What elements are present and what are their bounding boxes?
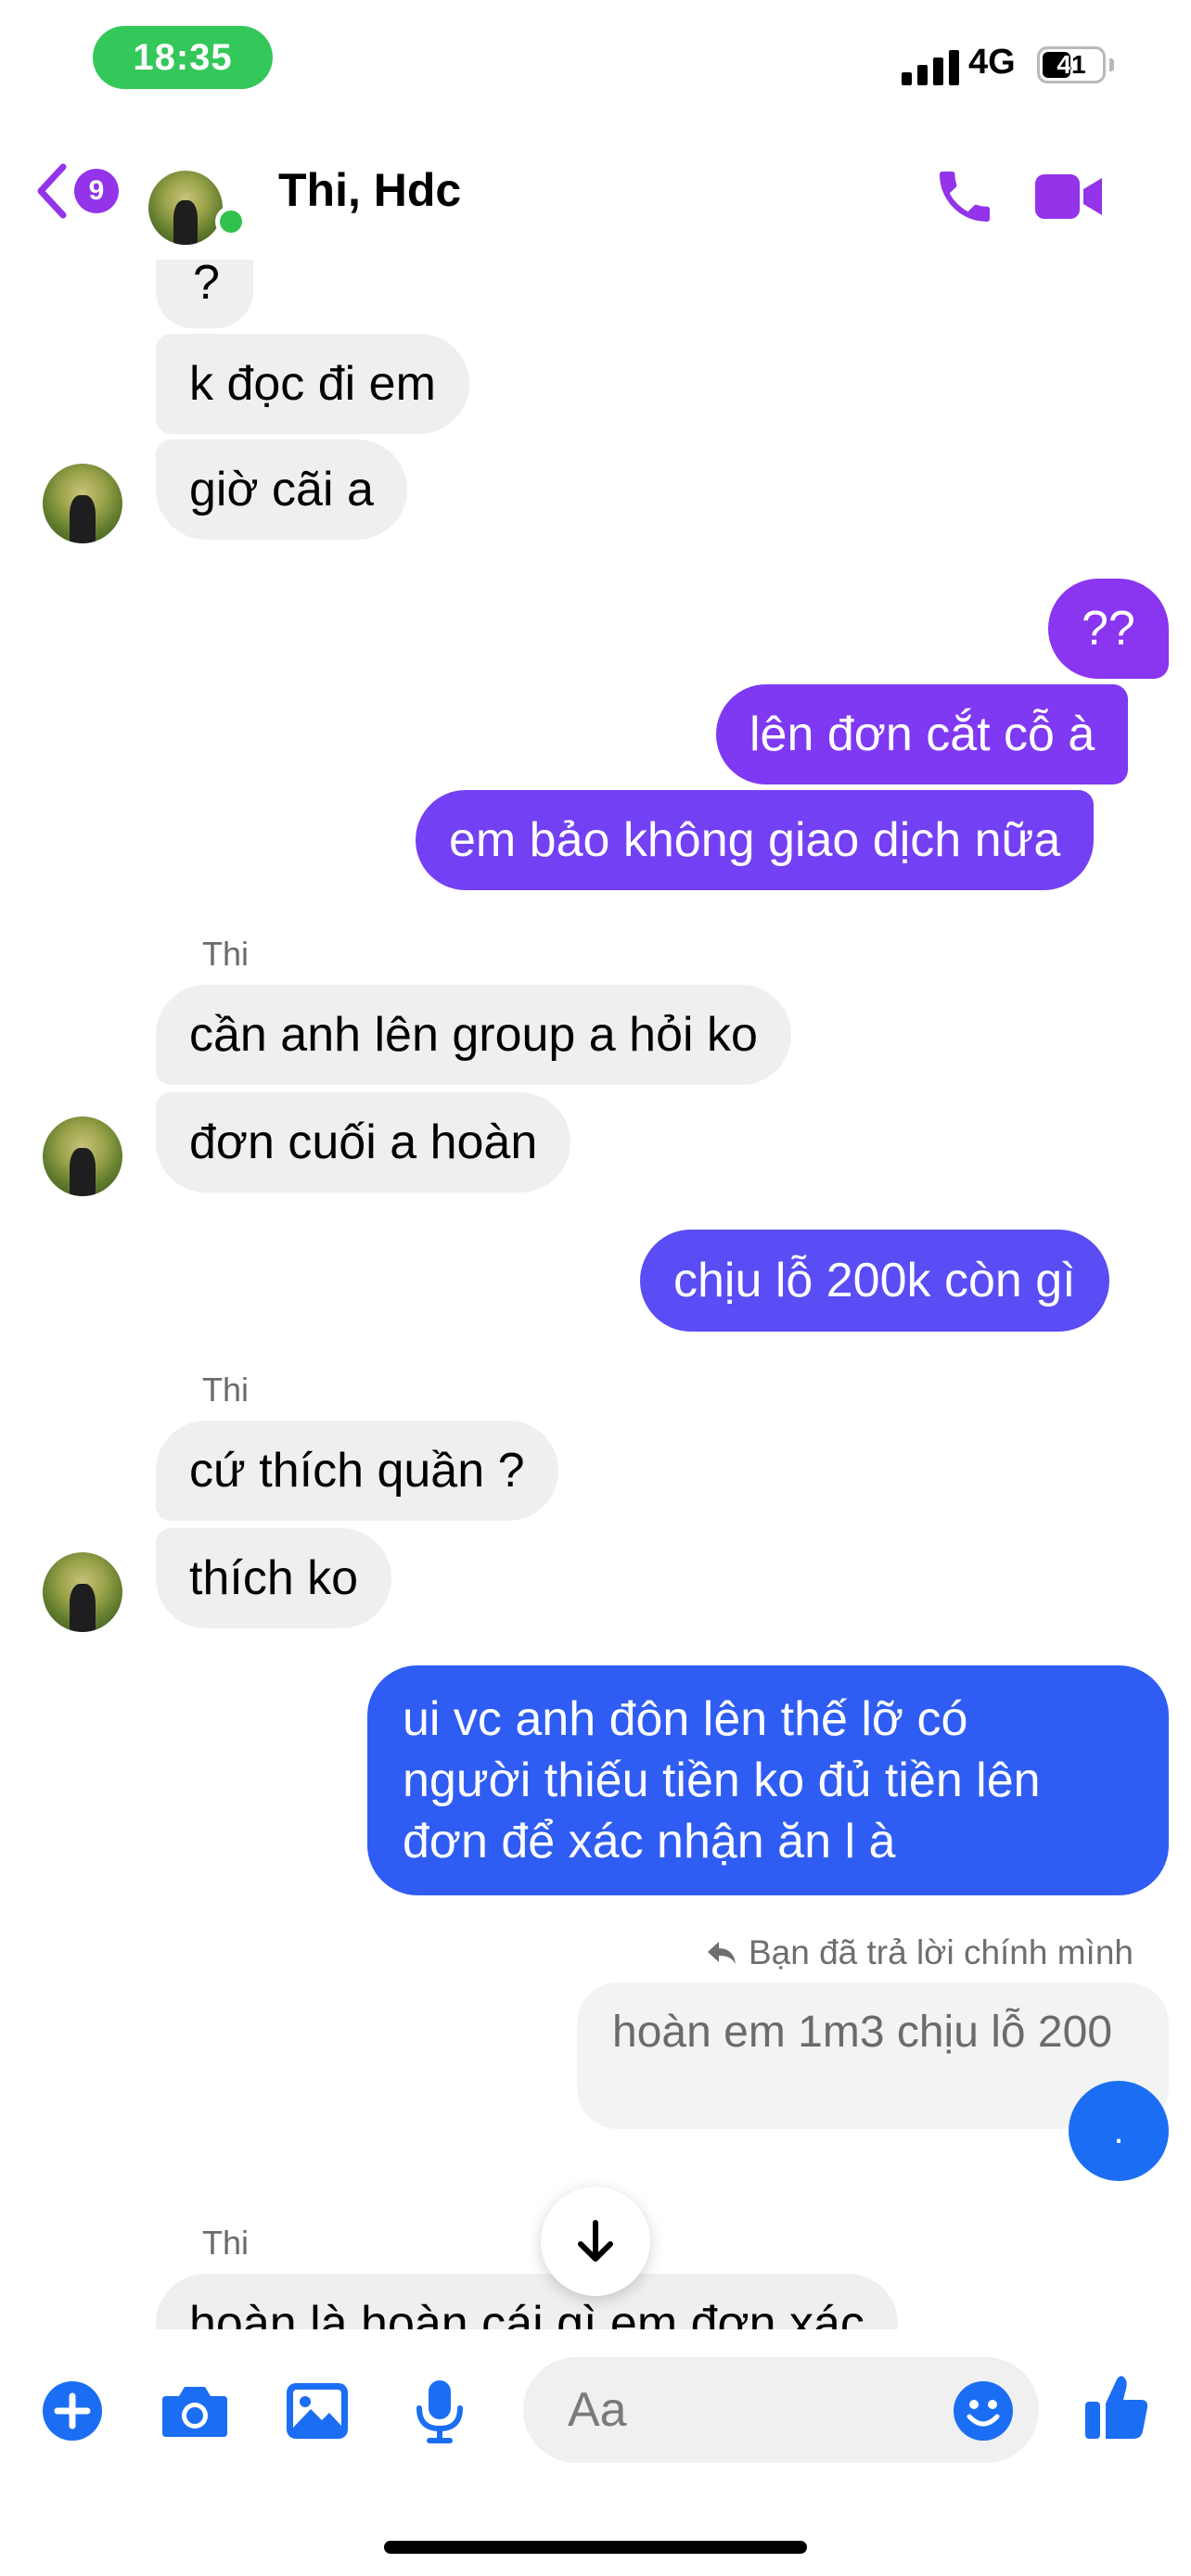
reply-indicator: Bạn đã trả lời chính mình (706, 1933, 1133, 1972)
message-bubble-outgoing[interactable]: chịu lỗ 200k còn gì (640, 1230, 1109, 1332)
message-text: lên đơn cắt cỗ à (749, 708, 1095, 761)
message-composer (0, 2329, 1191, 2576)
online-indicator (215, 206, 247, 237)
message-bubble-outgoing[interactable]: ui vc anh đôn lên thế lỡ có người thiếu … (367, 1665, 1169, 1895)
message-bubble-outgoing[interactable]: . (1069, 2081, 1169, 2181)
message-bubble-incoming[interactable]: k đọc đi em (156, 334, 469, 434)
phone-icon (940, 172, 990, 222)
message-text: ?? (1082, 602, 1135, 656)
audio-call-button[interactable] (931, 163, 998, 230)
video-call-button[interactable] (1031, 163, 1106, 230)
camera-button[interactable] (158, 2374, 232, 2448)
message-text: ? (193, 256, 220, 310)
emoji-button[interactable] (946, 2374, 1020, 2448)
message-text: đơn cuối a hoàn (189, 1116, 538, 1169)
arrow-down-icon (578, 2220, 613, 2262)
home-indicator (384, 2541, 807, 2554)
camera-icon (162, 2387, 227, 2437)
message-bubble-outgoing[interactable]: em bảo không giao dịch nữa (416, 790, 1095, 890)
gallery-button[interactable] (280, 2374, 354, 2448)
message-text: k đọc đi em (189, 357, 436, 411)
sender-name: Thi (202, 1371, 250, 1409)
message-bubble-incoming[interactable]: cần anh lên group a hỏi ko (156, 985, 791, 1085)
message-bubble-incoming[interactable]: đơn cuối a hoàn (156, 1092, 571, 1192)
message-bubble-incoming[interactable]: giờ cãi a (156, 440, 407, 540)
message-text: giờ cãi a (189, 463, 374, 516)
scroll-to-bottom-button[interactable] (541, 2187, 650, 2296)
sender-name: Thi (202, 935, 250, 973)
chat-header: 9 Thi, Hdc (0, 130, 1191, 260)
message-text-line: người thiếu tiền ko đủ tiền lên (403, 1753, 1041, 1807)
message-text-line: đơn để xác nhận ăn l à (403, 1815, 896, 1868)
reply-icon (707, 1942, 736, 1964)
message-text: cần anh lên group a hỏi ko (189, 1008, 758, 1062)
sender-avatar[interactable] (43, 1552, 122, 1632)
message-text: thích ko (189, 1551, 359, 1605)
unread-badge: 9 (74, 169, 119, 213)
back-button[interactable]: 9 (33, 161, 126, 221)
signal-icon (902, 48, 961, 85)
plus-icon (43, 2381, 102, 2441)
voice-message-button[interactable] (403, 2374, 477, 2448)
emoji-icon (954, 2381, 1013, 2441)
sender-avatar[interactable] (43, 464, 122, 543)
chat-title[interactable]: Thi, Hdc (278, 163, 461, 217)
sender-name: Thi (202, 2224, 250, 2262)
message-text: em bảo không giao dịch nữa (449, 813, 1061, 867)
battery-icon: 41 (1037, 46, 1106, 83)
message-text-line: ui vc anh đôn lên thế lỡ có (403, 1692, 968, 1746)
like-button[interactable] (1080, 2370, 1154, 2444)
message-bubble-outgoing[interactable]: ?? (1048, 579, 1169, 679)
message-text: cứ thích quần ? (189, 1444, 525, 1498)
message-bubble-incoming[interactable]: thích ko (156, 1528, 392, 1628)
quoted-text: hoàn em 1m3 chịu lỗ 200 (612, 2008, 1113, 2057)
thumbs-up-icon (1085, 2376, 1148, 2439)
reply-note-text: Bạn đã trả lời chính mình (748, 1933, 1133, 1971)
group-avatar[interactable] (148, 171, 223, 245)
network-label: 4G (968, 43, 1016, 82)
message-bubble-outgoing[interactable]: lên đơn cắt cỗ à (716, 684, 1129, 784)
message-bubble-incoming[interactable]: cứ thích quần ? (156, 1421, 558, 1521)
message-text: chịu lỗ 200k còn gì (673, 1254, 1076, 1307)
more-actions-button[interactable] (35, 2374, 109, 2448)
microphone-icon (416, 2380, 463, 2443)
video-icon (1035, 174, 1102, 219)
battery-level: 41 (1057, 50, 1086, 79)
image-icon (287, 2383, 348, 2439)
status-bar: 18:35 4G 41 (0, 0, 1191, 130)
chevron-left-icon (37, 163, 67, 219)
sender-avatar[interactable] (43, 1116, 122, 1196)
message-text: . (1113, 2110, 1124, 2151)
status-time: 18:35 (93, 26, 273, 89)
